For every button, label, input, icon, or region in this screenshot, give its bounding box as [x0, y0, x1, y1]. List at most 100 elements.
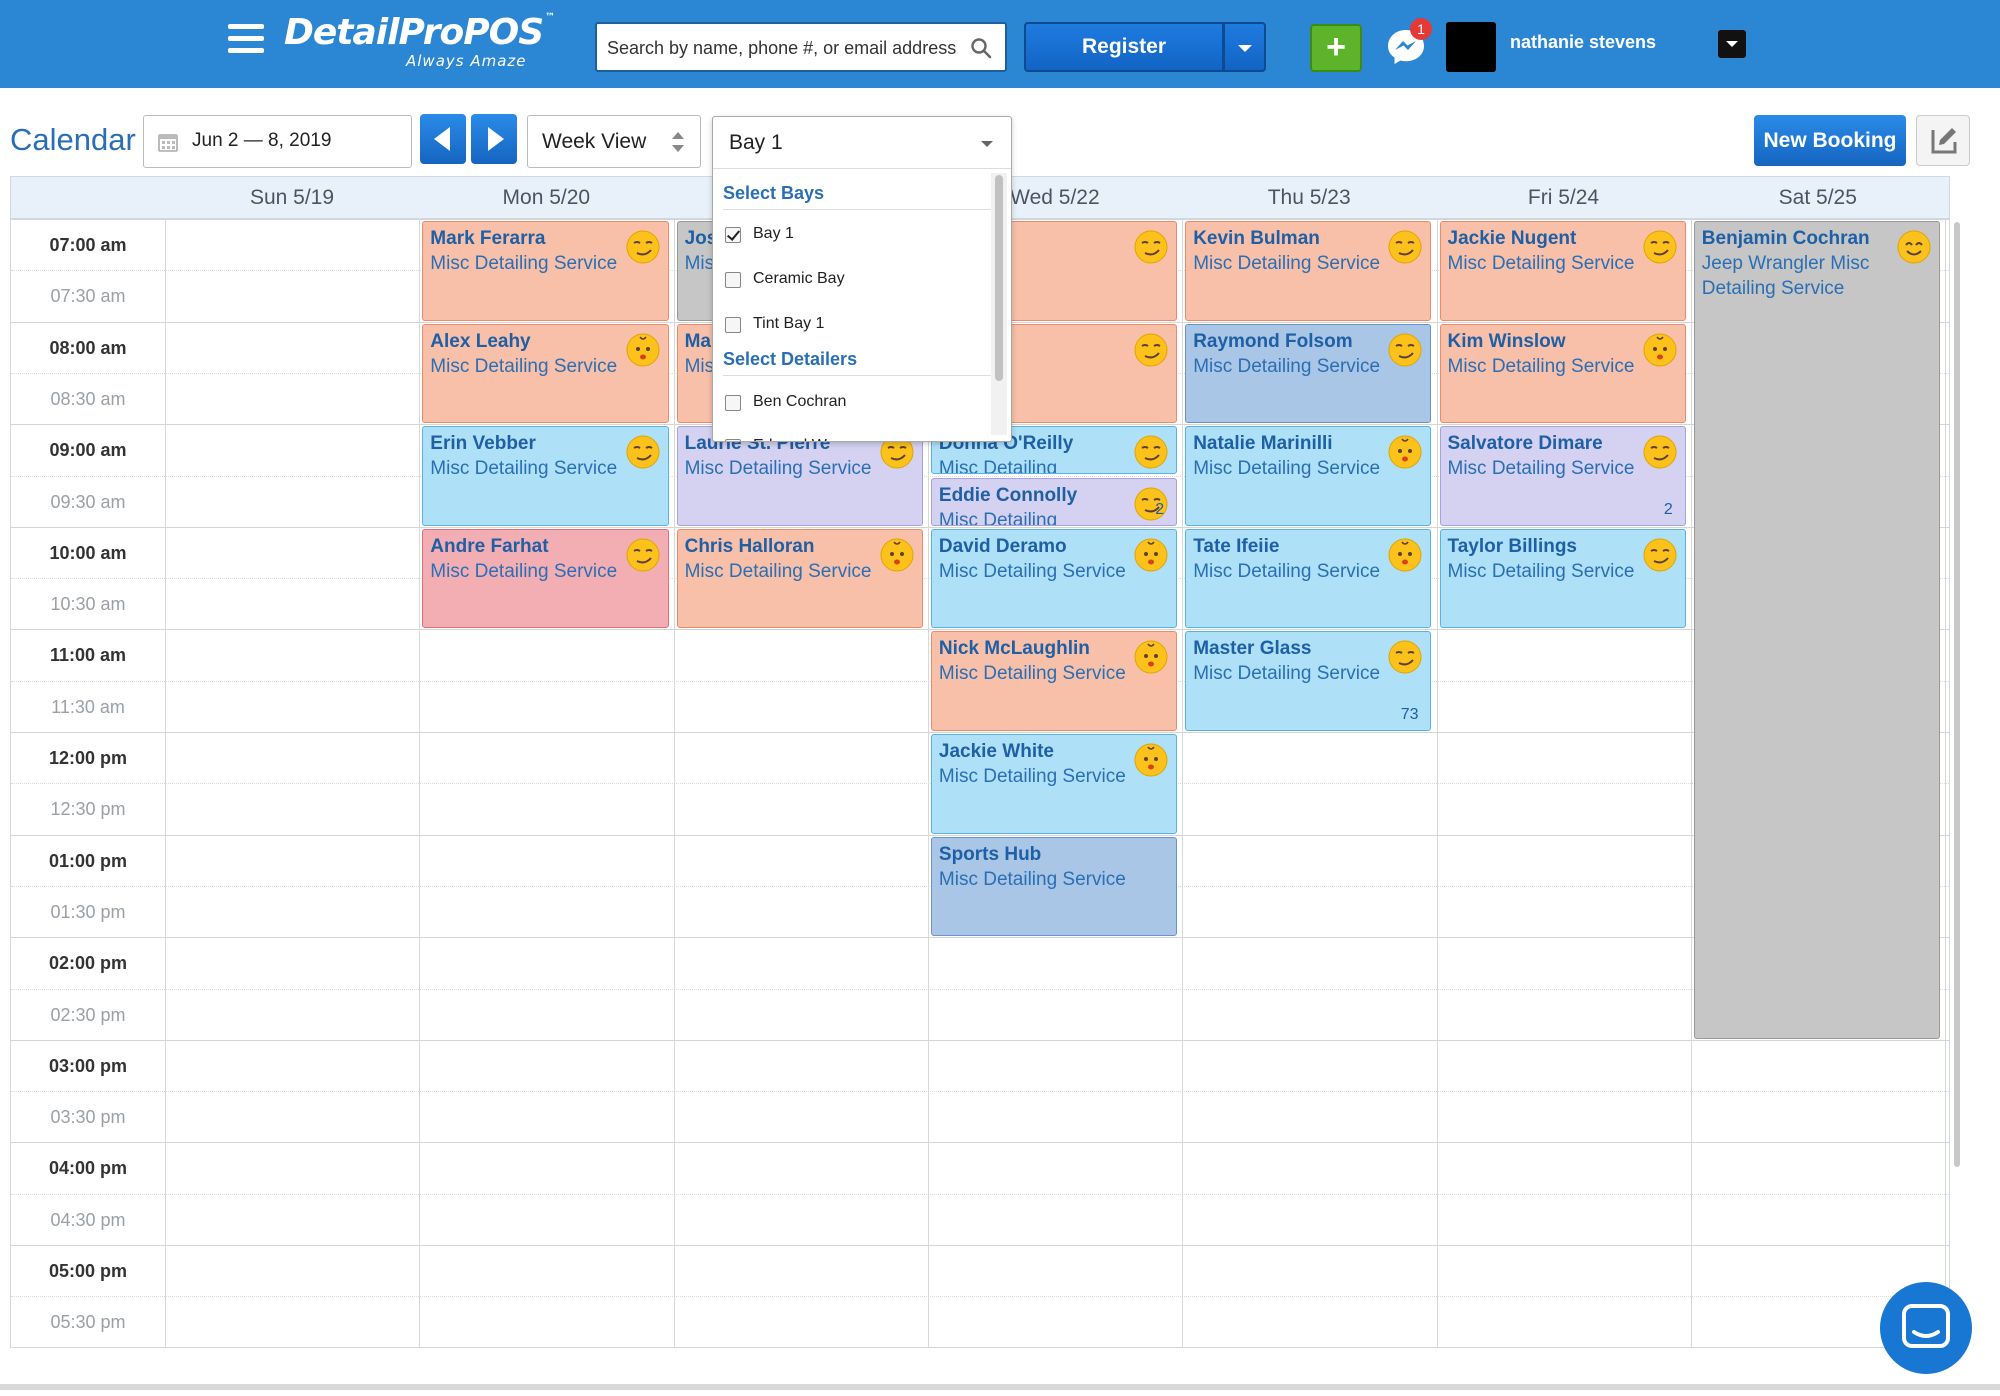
baby-face-icon — [626, 333, 660, 367]
checkbox-label: Ben Cochran — [753, 393, 847, 410]
live-chat-button[interactable] — [1880, 1282, 1972, 1374]
checkbox[interactable] — [725, 439, 741, 441]
time-slot-row[interactable]: 02:30 pm — [11, 988, 1949, 1040]
booking-event[interactable]: David Deramo Misc Detailing Service — [930, 528, 1178, 629]
booking-service: Misc Detailing Service — [1193, 355, 1381, 377]
edit-button[interactable] — [1916, 115, 1970, 166]
date-range-picker[interactable]: Jun 2 — 8, 2019 — [143, 115, 412, 168]
quick-add-button[interactable]: + — [1310, 24, 1362, 72]
dropdown-checkbox-item[interactable]: Tint Bay 1 — [725, 311, 991, 341]
view-select[interactable]: Week View — [527, 115, 701, 168]
time-slot-row[interactable]: 03:30 pm — [11, 1091, 1949, 1142]
booking-event[interactable]: Eddie Connolly Misc Detailing 2 — [930, 477, 1178, 526]
booking-event[interactable]: Erin Vebber Misc Detailing Service — [422, 426, 669, 526]
time-label: 03:00 pm — [48, 1055, 128, 1076]
baby-face-icon — [880, 538, 914, 572]
booking-event[interactable]: Raymond Folsom Misc Detailing Service — [1185, 323, 1432, 424]
booking-event[interactable]: Kevin Bulman Misc Detailing Service — [1185, 221, 1432, 321]
booking-service: Misc Detailing Service — [1447, 458, 1635, 480]
time-label: 02:00 pm — [48, 953, 128, 974]
time-label: 08:00 am — [49, 337, 127, 358]
dropdown-scrollbar[interactable] — [991, 173, 1007, 435]
time-label: 03:30 pm — [50, 1107, 126, 1128]
booking-service: Misc Detailing — [938, 509, 1058, 526]
booking-service: Misc Detailing Service — [684, 458, 872, 480]
dropdown-checkbox-item[interactable]: Ben Cochran — [725, 389, 991, 419]
user-name[interactable]: nathanie stevens — [1510, 32, 1656, 53]
booking-event[interactable]: Salvatore Dimare Misc Detailing Service 2 — [1439, 426, 1686, 526]
booking-event[interactable]: Sports Hub Misc Detailing Service — [930, 836, 1178, 937]
new-booking-button[interactable]: New Booking — [1754, 115, 1906, 166]
bay-select-toggle[interactable]: Bay 1 — [713, 117, 1011, 169]
checkbox[interactable] — [725, 272, 741, 288]
time-label: 01:30 pm — [50, 901, 126, 922]
previous-week-button[interactable] — [420, 114, 466, 164]
booking-event[interactable]: Taylor Billings Misc Detailing Service — [1439, 528, 1686, 629]
register-dropdown-button[interactable] — [1224, 22, 1266, 72]
divider — [723, 375, 991, 376]
time-label: 02:30 pm — [50, 1004, 126, 1025]
calendar-scrollbar[interactable] — [1952, 222, 1962, 1167]
time-slot-row[interactable]: 05:30 pm — [11, 1296, 1949, 1347]
booking-service: Misc Detailing Service — [938, 663, 1126, 685]
booking-event[interactable]: Nick McLaughlin Misc Detailing Service — [930, 631, 1178, 731]
booking-event[interactable]: Natalie Marinilli Misc Detailing Service — [1185, 426, 1432, 526]
booking-event[interactable]: Andre Farhat Misc Detailing Service — [422, 528, 669, 629]
booking-customer-name: Sports Hub — [938, 843, 1042, 865]
checkbox-label: Bay 1 — [753, 225, 794, 242]
checkbox-label: Tint Bay 1 — [753, 315, 825, 332]
footer-divider — [0, 1384, 2000, 1390]
dropdown-checkbox-item[interactable]: Edward W — [725, 433, 991, 441]
booking-event[interactable]: Chris Halloran Misc Detailing Service — [676, 528, 923, 629]
brand-logo[interactable]: DetailProPOS ™ — [284, 12, 555, 53]
booking-service: Misc Detailing Service — [938, 560, 1126, 582]
divider — [723, 209, 991, 210]
smirk-face-icon — [626, 435, 660, 469]
avatar[interactable] — [1446, 22, 1496, 72]
day-header[interactable]: Sun 5/19 — [165, 177, 419, 219]
booking-service: Misc Detailing Service — [1193, 253, 1381, 274]
day-header[interactable]: Sat 5/25 — [1691, 177, 1945, 219]
customer-search — [595, 22, 1007, 72]
time-slot-row[interactable]: 04:00 pm — [11, 1142, 1949, 1193]
booking-event[interactable]: Benjamin Cochran Jeep Wrangler Misc Detai… — [1693, 221, 1941, 1039]
dropdown-checkbox-item[interactable]: Bay 1 — [725, 221, 991, 251]
view-select-value: Week View — [542, 130, 647, 153]
checkbox[interactable] — [725, 227, 741, 243]
time-slot-row[interactable]: 04:30 pm — [11, 1193, 1949, 1245]
bay-select[interactable]: Bay 1 Select Bays Select Detailers Bay 1… — [712, 116, 1012, 442]
booking-service: Misc Detailing Service — [1193, 560, 1381, 582]
booking-event[interactable]: Master Glass Misc Detailing Service 73 — [1185, 631, 1432, 731]
checkbox-label: Edward W — [753, 437, 827, 441]
next-week-button[interactable] — [471, 114, 517, 164]
register-button[interactable]: Register — [1024, 22, 1224, 72]
search-icon[interactable] — [969, 36, 993, 60]
customer-search-input[interactable] — [607, 34, 957, 62]
time-slot-row[interactable]: 05:00 pm — [11, 1245, 1949, 1296]
baby-face-icon — [1643, 333, 1677, 367]
booking-event[interactable]: Jackie Nugent Misc Detailing Service — [1439, 221, 1686, 321]
dropdown-checkbox-item[interactable]: Ceramic Bay — [725, 266, 991, 296]
checkbox[interactable] — [725, 317, 741, 333]
time-slot-row[interactable]: 02:00 pm — [11, 937, 1949, 988]
checkbox[interactable] — [725, 395, 741, 411]
booking-event[interactable]: Jackie White Misc Detailing Service — [930, 734, 1178, 834]
brand-tagline: Always Amaze — [406, 52, 527, 70]
time-slot-row[interactable]: 03:00 pm — [11, 1039, 1949, 1091]
booking-event[interactable]: Tate Ifeiie Misc Detailing Service — [1185, 528, 1432, 629]
booking-event[interactable]: Mark Ferarra Misc Detailing Service — [422, 221, 669, 321]
time-label: 10:30 am — [50, 594, 126, 615]
booking-service: Misc Detailing Service — [1447, 253, 1635, 274]
bay-select-value: Bay 1 — [729, 131, 783, 154]
baby-face-icon — [1134, 538, 1168, 572]
booking-event[interactable]: Kim Winslow Misc Detailing Service — [1439, 323, 1686, 424]
day-header[interactable]: Fri 5/24 — [1437, 177, 1691, 219]
day-header[interactable]: Thu 5/23 — [1182, 177, 1436, 219]
user-menu-button[interactable] — [1718, 30, 1746, 58]
smirk-face-icon — [1388, 640, 1422, 674]
hamburger-menu-icon[interactable] — [228, 24, 264, 56]
smirk-face-icon — [1388, 333, 1422, 367]
booking-event[interactable]: Alex Leahy Misc Detailing Service — [422, 323, 669, 424]
day-header[interactable]: Mon 5/20 — [419, 177, 673, 219]
time-label: 07:00 am — [49, 235, 127, 255]
